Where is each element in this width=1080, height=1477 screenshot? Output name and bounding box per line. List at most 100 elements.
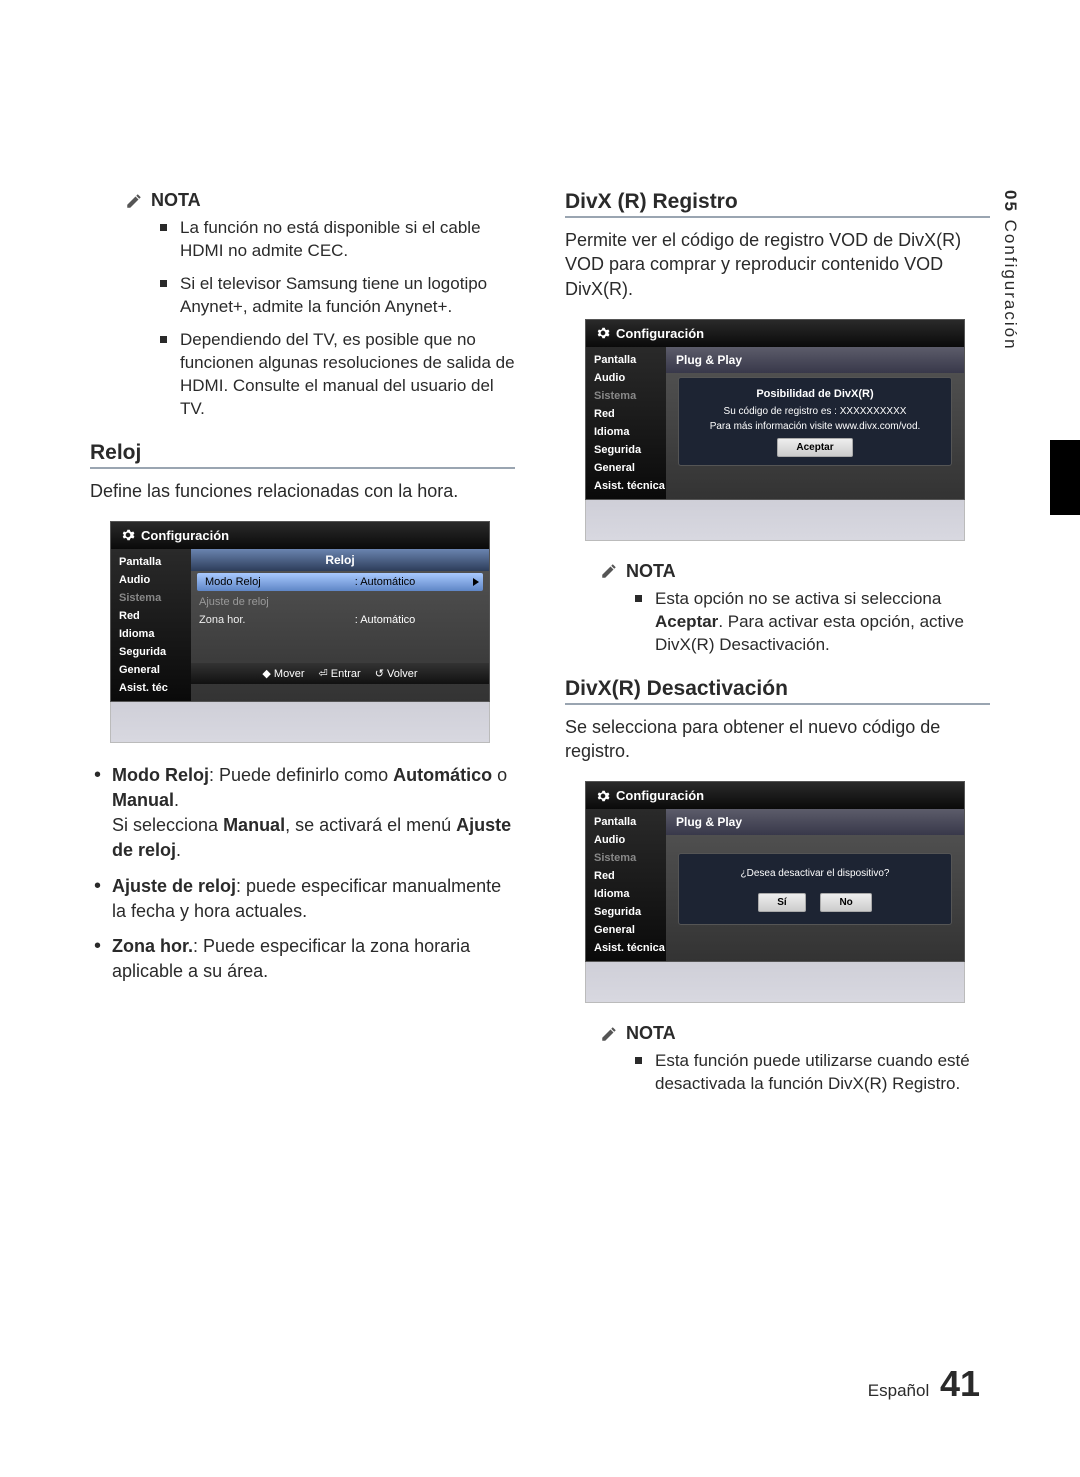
divx-deact-note-list: Esta función puede utilizarse cuando est… [565, 1050, 990, 1096]
note-label: NOTA [626, 561, 676, 582]
note-item: Si el televisor Samsung tiene un logotip… [160, 273, 515, 319]
osd-panel-heading: Reloj [191, 549, 489, 571]
footer-page-number: 41 [940, 1363, 980, 1404]
osd-menu-item: Asist. técnica [586, 939, 666, 957]
osd-menu-item: General [586, 459, 666, 477]
dialog-line: Su código de registro es : XXXXXXXXXX [683, 404, 947, 419]
osd-footer-hints: ◆ Mover ⏎ Entrar ↺ Volver [191, 663, 489, 684]
osd-menu-item: Segurida [586, 903, 666, 921]
osd-title-text: Configuración [616, 326, 704, 341]
note-item: La función no está disponible si el cabl… [160, 217, 515, 263]
osd-menu-item: Idioma [586, 423, 666, 441]
dialog-title: Posibilidad de DivX(R) [683, 386, 947, 403]
pencil-icon [600, 1025, 618, 1043]
osd-row-modo-reloj: Modo Reloj : Automático [197, 573, 483, 591]
note-item: Dependiendo del TV, es posible que no fu… [160, 329, 515, 421]
gear-icon [121, 528, 135, 542]
section-heading-reloj: Reloj [90, 441, 515, 469]
pencil-icon [125, 192, 143, 210]
osd-menu-item: Pantalla [586, 351, 666, 369]
page-footer: Español 41 [868, 1363, 980, 1405]
thumb-index-mark [1050, 440, 1080, 515]
osd-screenshot-divx-reg: Configuración Pantalla Audio Sistema Red… [585, 319, 965, 541]
osd-bezel [585, 500, 965, 541]
osd-side-menu: Pantalla Audio Sistema Red Idioma Seguri… [586, 809, 666, 961]
osd-menu-item: Red [586, 405, 666, 423]
osd-menu-item: Asist. téc [111, 679, 191, 697]
osd-side-menu: Pantalla Audio Sistema Red Idioma Seguri… [111, 549, 191, 701]
yes-button: Sí [758, 893, 805, 912]
osd-panel: Plug & Play ¿Desea desactivar el disposi… [666, 809, 964, 961]
chapter-label: Configuración [1001, 220, 1020, 351]
note-item: Esta opción no se activa si selecciona A… [635, 588, 990, 657]
note-item: Esta función puede utilizarse cuando est… [635, 1050, 990, 1096]
divx-reg-note-list: Esta opción no se activa si selecciona A… [565, 588, 990, 657]
hint-return: ↺ Volver [375, 667, 418, 680]
note-heading: NOTA [600, 1023, 990, 1044]
hint-move: ◆ Mover [262, 667, 304, 680]
left-column: NOTA La función no está disponible si el… [90, 190, 515, 1116]
osd-screenshot-divx-deact: Configuración Pantalla Audio Sistema Red… [585, 781, 965, 1003]
osd-menu-item: Sistema [111, 589, 191, 607]
def-modo-reloj: Modo Reloj: Puede definirlo como Automát… [112, 763, 515, 864]
osd-menu-item: Idioma [111, 625, 191, 643]
def-ajuste-reloj: Ajuste de reloj: puede especificar manua… [112, 874, 515, 924]
gear-icon [596, 789, 610, 803]
chapter-number: 05 [1001, 190, 1020, 213]
osd-menu-item: General [111, 661, 191, 679]
osd-menu-item: Audio [586, 831, 666, 849]
manual-page: 05 Configuración NOTA La función no está… [0, 0, 1080, 1477]
section-heading-divx-deact: DivX(R) Desactivación [565, 677, 990, 705]
divx-deact-text: Se selecciona para obtener el nuevo códi… [565, 715, 990, 764]
osd-panel: Plug & Play Posibilidad de DivX(R) Su có… [666, 347, 964, 499]
osd-screenshot-reloj: Configuración Pantalla Audio Sistema Red… [110, 521, 490, 743]
dialog-question: ¿Desea desactivar el dispositivo? [683, 866, 947, 881]
chapter-side-tab: 05 Configuración [1000, 190, 1020, 351]
note-label: NOTA [626, 1023, 676, 1044]
osd-bezel [110, 702, 490, 743]
osd-menu-item: Segurida [586, 441, 666, 459]
osd-menu-item: Red [111, 607, 191, 625]
osd-menu-item: Red [586, 867, 666, 885]
osd-menu-item: Segurida [111, 643, 191, 661]
footer-language: Español [868, 1381, 929, 1400]
osd-menu-item: General [586, 921, 666, 939]
osd-bezel [585, 962, 965, 1003]
osd-menu-item: Sistema [586, 387, 666, 405]
osd-row-zona-hor: Zona hor. : Automático [191, 611, 489, 629]
reloj-definitions: Modo Reloj: Puede definirlo como Automát… [90, 763, 515, 985]
accept-button: Aceptar [777, 438, 852, 457]
hint-enter: ⏎ Entrar [318, 667, 360, 680]
osd-title-bar: Configuración [111, 522, 489, 549]
osd-menu-item: Sistema [586, 849, 666, 867]
def-zona-hor: Zona hor.: Puede especificar la zona hor… [112, 934, 515, 984]
osd-title-bar: Configuración [586, 320, 964, 347]
dialog-line: Para más información visite www.divx.com… [683, 419, 947, 434]
right-column: DivX (R) Registro Permite ver el código … [565, 190, 990, 1116]
content-columns: NOTA La función no está disponible si el… [90, 190, 990, 1116]
reloj-intro: Define las funciones relacionadas con la… [90, 479, 515, 503]
pencil-icon [600, 562, 618, 580]
osd-row-ajuste-reloj: Ajuste de reloj [191, 593, 489, 611]
osd-title-bar: Configuración [586, 782, 964, 809]
no-button: No [820, 893, 871, 912]
osd-menu-item: Pantalla [111, 553, 191, 571]
note-heading: NOTA [125, 190, 515, 211]
divx-deactivation-dialog: ¿Desea desactivar el dispositivo? Sí No [678, 853, 952, 925]
gear-icon [596, 326, 610, 340]
hdmi-notes-list: La función no está disponible si el cabl… [90, 217, 515, 421]
osd-side-menu: Pantalla Audio Sistema Red Idioma Seguri… [586, 347, 666, 499]
divx-reg-text: Permite ver el código de registro VOD de… [565, 228, 990, 301]
osd-menu-item: Pantalla [586, 813, 666, 831]
osd-menu-item: Idioma [586, 885, 666, 903]
note-label: NOTA [151, 190, 201, 211]
section-heading-divx-reg: DivX (R) Registro [565, 190, 990, 218]
osd-panel: Reloj Modo Reloj : Automático Ajuste de … [191, 549, 489, 701]
osd-menu-item: Audio [586, 369, 666, 387]
divx-registration-dialog: Posibilidad de DivX(R) Su código de regi… [678, 377, 952, 467]
osd-title-text: Configuración [141, 528, 229, 543]
osd-title-text: Configuración [616, 788, 704, 803]
plug-play-item: Plug & Play [666, 347, 964, 373]
osd-menu-item: Audio [111, 571, 191, 589]
osd-menu-item: Asist. técnica [586, 477, 666, 495]
